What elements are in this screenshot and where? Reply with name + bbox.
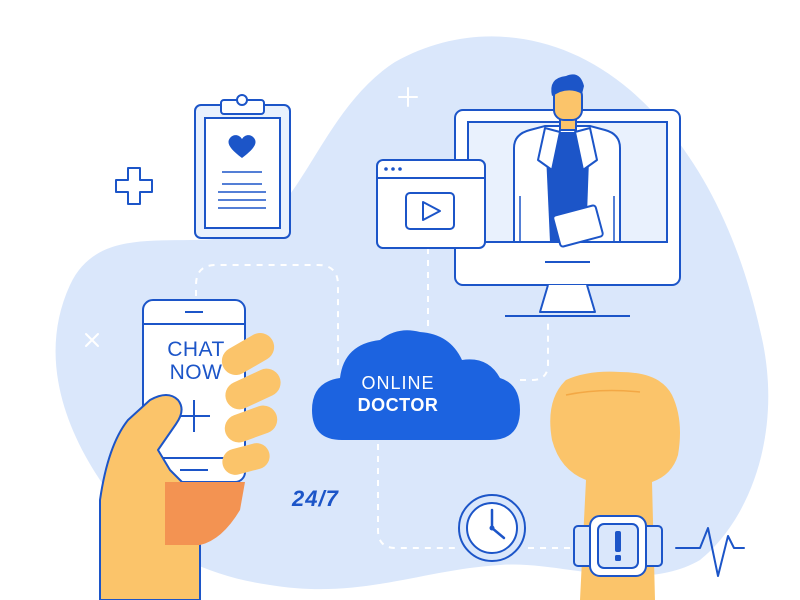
online-doctor-label: ONLINE DOCTOR [328, 372, 468, 416]
clipboard-icon [194, 94, 291, 239]
cloud-label-line2: DOCTOR [357, 395, 439, 415]
smartwatch-icon [573, 515, 663, 577]
medical-cross-icon [115, 167, 153, 205]
online-doctor-illustration: CHAT NOW ONLINE DOCTOR 24/7 [0, 0, 800, 600]
chat-now-label[interactable]: CHAT NOW [158, 338, 234, 384]
video-window-icon [376, 159, 486, 249]
alert-icon [615, 531, 621, 561]
chat-now-line2: NOW [169, 361, 223, 384]
availability-label: 24/7 [292, 486, 339, 511]
clock-icon [458, 494, 526, 562]
cloud-label-line1: ONLINE [361, 373, 435, 393]
chat-now-line1: CHAT [167, 338, 225, 361]
